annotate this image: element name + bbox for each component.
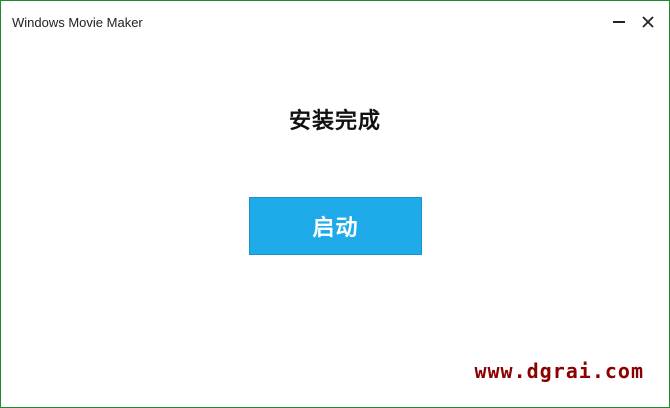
minimize-icon xyxy=(613,21,625,23)
minimize-button[interactable] xyxy=(608,11,630,33)
title-bar[interactable]: Windows Movie Maker xyxy=(1,1,669,45)
close-icon xyxy=(642,16,654,28)
completion-heading: 安装完成 xyxy=(288,109,381,134)
launch-button[interactable]: 启动 xyxy=(249,197,422,255)
close-button[interactable] xyxy=(637,11,659,33)
watermark-text: www.dgrai.com xyxy=(474,359,644,383)
installer-window: Windows Movie Maker 安装完成 启动 www.dgrai.co… xyxy=(0,0,670,408)
launch-button-label: 启动 xyxy=(312,216,359,241)
window-title: Windows Movie Maker xyxy=(12,15,143,30)
